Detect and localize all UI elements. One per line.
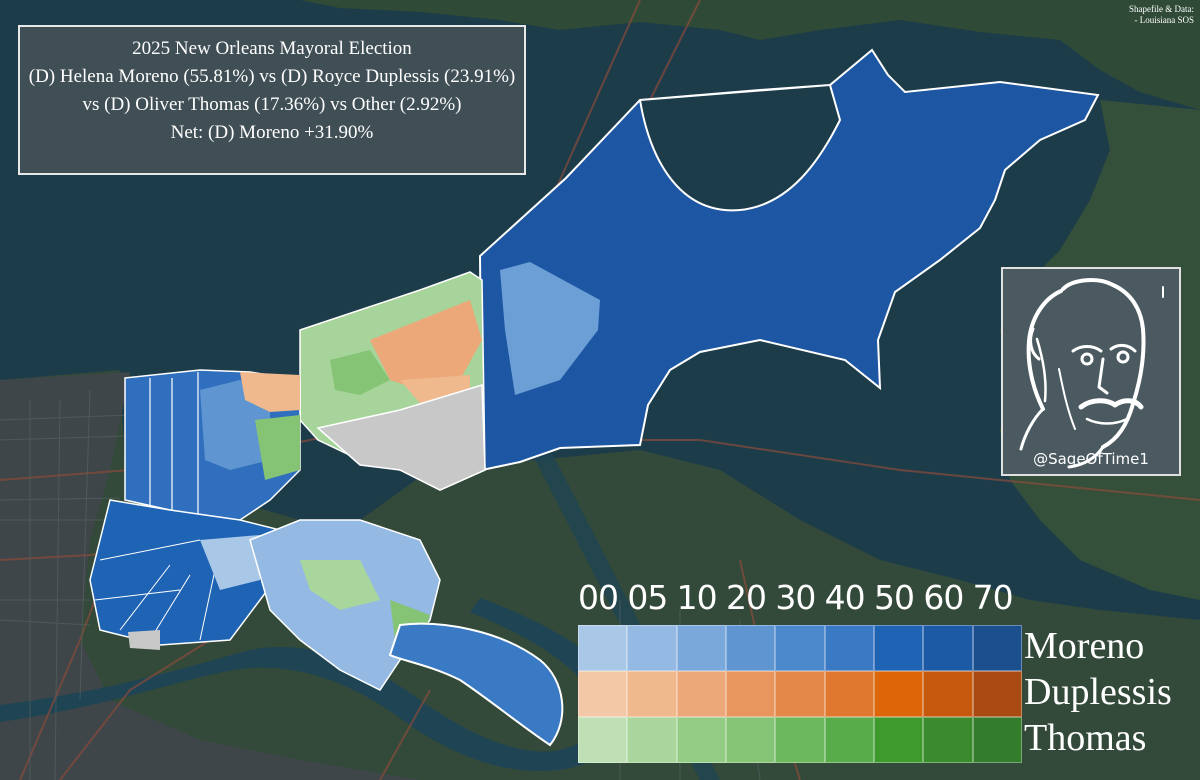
portrait-sketch-icon: [1019, 278, 1164, 469]
legend-scale-label: 30: [775, 578, 816, 617]
legend-swatch: [676, 717, 726, 763]
legend-swatch: [923, 717, 973, 763]
legend-scale-label: 00: [578, 578, 619, 617]
uptown-no-data: [128, 630, 160, 650]
legend-scale-label: 05: [627, 578, 668, 617]
author-handle: @SageOfTime1: [1033, 450, 1149, 468]
legend-grid: [578, 625, 1022, 763]
legend-swatch: [725, 717, 776, 763]
legend-scale-label: 50: [874, 578, 915, 617]
legend-swatch: [972, 717, 1022, 763]
title-line-1: 2025 New Orleans Mayoral Election: [132, 38, 412, 59]
legend-swatch: [676, 625, 726, 671]
credit-line-2: - Louisiana SOS: [1134, 15, 1195, 25]
legend-candidate-duplessis: Duplessis: [1024, 671, 1172, 713]
legend-swatch: [578, 717, 628, 763]
legend-swatch: [775, 625, 825, 671]
legend-scale-label: 20: [726, 578, 767, 617]
legend-swatch: [775, 671, 825, 717]
title-line-3: vs (D) Oliver Thomas (17.36%) vs Other (…: [82, 94, 462, 115]
data-credit: Shapefile & Data: - Louisiana SOS: [1084, 4, 1194, 26]
legend-swatch: [873, 717, 924, 763]
author-portrait-box: @SageOfTime1: [1001, 267, 1181, 476]
legend-swatch: [972, 625, 1022, 671]
legend-swatch: [725, 625, 776, 671]
legend-swatch: [627, 625, 677, 671]
title-line-2: (D) Helena Moreno (55.81%) vs (D) Royce …: [28, 66, 516, 87]
legend-row-moreno: [578, 625, 1022, 671]
legend-swatch: [824, 625, 874, 671]
legend-swatch: [627, 671, 677, 717]
legend-candidate-moreno: Moreno: [1024, 625, 1145, 667]
title-box: 2025 New Orleans Mayoral Election (D) He…: [18, 25, 526, 175]
legend-swatch: [676, 671, 726, 717]
legend-swatch: [923, 625, 973, 671]
legend-swatch: [923, 671, 973, 717]
legend-swatch: [578, 625, 628, 671]
map-stage: 2025 New Orleans Mayoral Election (D) He…: [0, 0, 1200, 780]
legend-row-thomas: [578, 717, 1022, 763]
legend-row-duplessis: [578, 671, 1022, 717]
legend-swatch: [972, 671, 1022, 717]
legend-swatch: [873, 625, 924, 671]
legend-scale-labels: 00 05 10 20 30 40 50 60 70: [576, 578, 1036, 624]
legend-swatch: [578, 671, 628, 717]
legend-scale-label: 70: [972, 578, 1014, 617]
legend-scale-label: 10: [676, 578, 718, 617]
legend-swatch: [824, 671, 874, 717]
legend-swatch: [775, 717, 825, 763]
legend-candidate-thomas: Thomas: [1024, 717, 1147, 759]
legend-swatch: [873, 671, 924, 717]
title-line-4: Net: (D) Moreno +31.90%: [170, 122, 374, 143]
legend-scale-label: 40: [824, 578, 866, 617]
legend-swatch: [725, 671, 776, 717]
credit-line-1: Shapefile & Data:: [1129, 4, 1194, 14]
legend-swatch: [824, 717, 874, 763]
legend-scale-label: 60: [923, 578, 964, 617]
legend-swatch: [627, 717, 677, 763]
